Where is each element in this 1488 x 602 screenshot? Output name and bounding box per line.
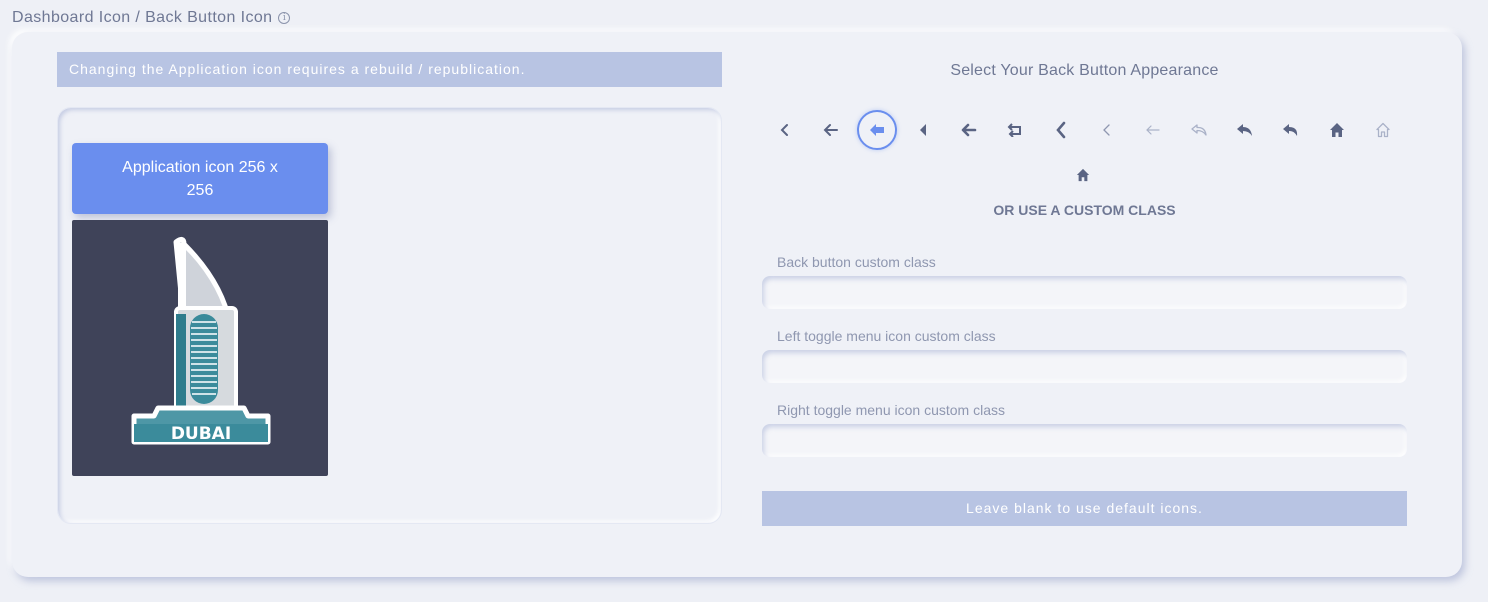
dubai-burj-al-arab-icon: DUBAI xyxy=(131,236,271,445)
right-toggle-class-input[interactable] xyxy=(762,424,1407,457)
application-icon-button[interactable]: Application icon 256 x 256 xyxy=(72,143,328,214)
bold-arrow-left-icon[interactable] xyxy=(949,110,989,150)
caret-left-icon[interactable] xyxy=(903,110,943,150)
default-icons-hint: Leave blank to use default icons. xyxy=(762,491,1407,526)
page-title-text: Dashboard Icon / Back Button Icon xyxy=(12,9,273,26)
thin-arrow-left-icon[interactable] xyxy=(1133,110,1173,150)
return-icon[interactable] xyxy=(995,110,1035,150)
reply-solid-icon[interactable] xyxy=(1271,110,1311,150)
info-icon[interactable]: i xyxy=(278,12,291,24)
app-icon-panel: Application icon 256 x 256 DUBAI xyxy=(57,107,722,524)
reply-outline-icon[interactable] xyxy=(1179,110,1219,150)
left-toggle-class-label: Left toggle menu icon custom class xyxy=(777,328,996,344)
back-button-icon-row xyxy=(762,110,1407,150)
home-icon[interactable] xyxy=(1317,110,1357,150)
back-button-class-input[interactable] xyxy=(762,276,1407,309)
thick-chevron-left-icon[interactable] xyxy=(1041,110,1081,150)
dubai-logo-text: DUBAI xyxy=(171,424,231,444)
home-outline-icon[interactable] xyxy=(1363,110,1403,150)
left-toggle-class-input[interactable] xyxy=(762,350,1407,383)
right-toggle-class-label: Right toggle menu icon custom class xyxy=(777,402,1005,418)
circle-arrow-left-icon[interactable] xyxy=(857,110,897,150)
arrow-left-icon[interactable] xyxy=(811,110,851,150)
thin-chevron-left-icon[interactable] xyxy=(1087,110,1127,150)
application-icon-button-label: Application icon 256 x 256 xyxy=(122,158,278,199)
page-title: Dashboard Icon / Back Button Icon i xyxy=(12,9,291,27)
home-small-icon[interactable] xyxy=(1063,155,1103,195)
reply-icon[interactable] xyxy=(1225,110,1265,150)
back-button-appearance-title: Select Your Back Button Appearance xyxy=(950,62,1219,79)
rebuild-notice: Changing the Application icon requires a… xyxy=(57,52,722,87)
main-card: Changing the Application icon requires a… xyxy=(12,32,1462,577)
custom-class-heading: OR USE A CUSTOM CLASS xyxy=(993,202,1176,218)
back-button-class-label: Back button custom class xyxy=(777,254,936,270)
chevron-left-icon[interactable] xyxy=(765,110,805,150)
application-icon-preview[interactable]: DUBAI xyxy=(72,220,328,476)
